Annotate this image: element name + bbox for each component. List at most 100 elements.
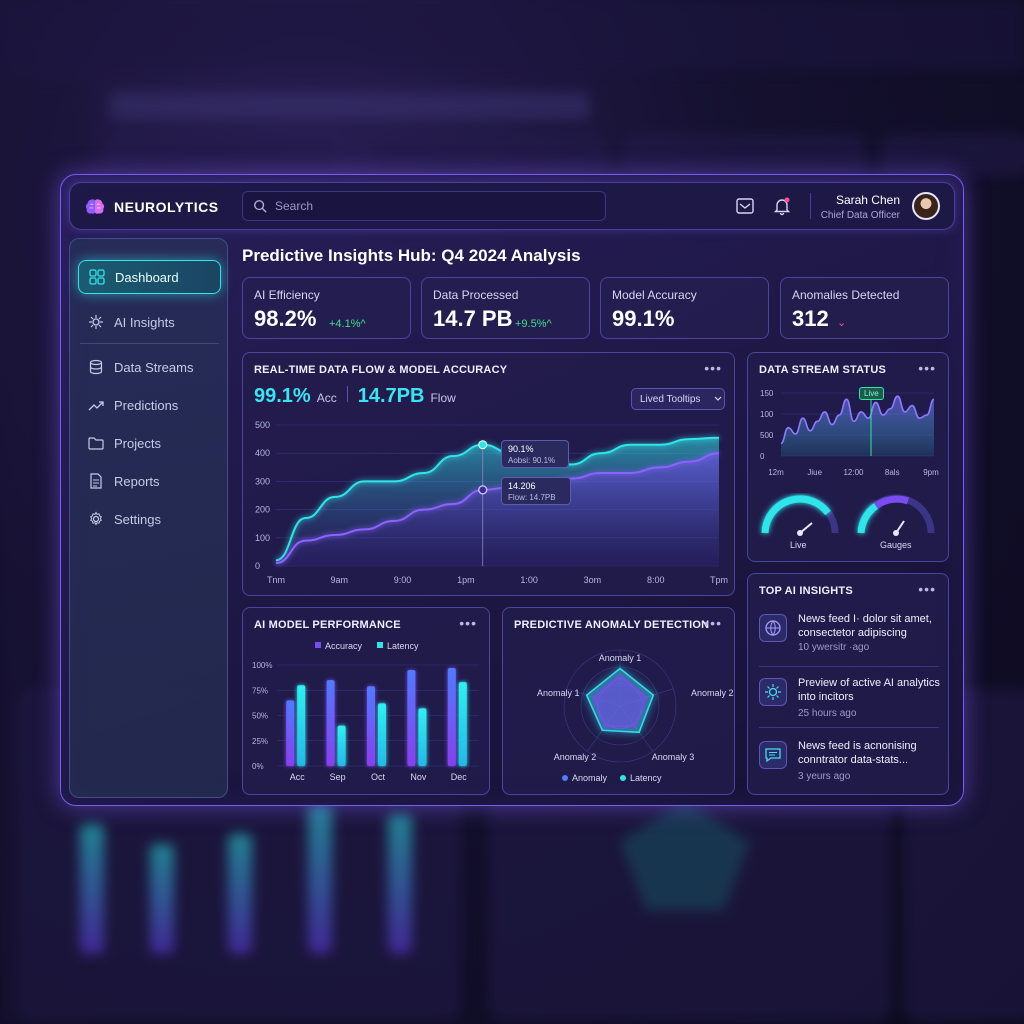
gauges-gauge [857, 494, 935, 536]
x-tick-label: Tpm [710, 575, 728, 585]
brand-name: NEUROLYTICS [114, 199, 219, 215]
globe-icon [759, 614, 787, 642]
legend-swatch [620, 775, 626, 781]
radar-axis-label: Anomaly 1 [537, 688, 580, 698]
card-title: TOP AI INSIGHTS [759, 585, 853, 597]
bell-icon[interactable] [771, 195, 793, 217]
stat-card-ai-efficiency[interactable]: AI Efficiency 98.2% +4.1%^ [242, 277, 411, 339]
stat-value: 312 [792, 306, 829, 331]
tooltip-flow: 14.206 Flow: 14.7PB [501, 477, 571, 505]
model-performance-card: AI MODEL PERFORMANCE ••• Accuracy Latency… [242, 607, 490, 795]
search-input[interactable] [275, 199, 575, 213]
avatar[interactable] [912, 192, 940, 220]
folder-icon [88, 437, 104, 450]
y-tick-label: 0 [255, 561, 260, 571]
x-tick-label: 1pm [457, 575, 475, 585]
stat-label: AI Efficiency [254, 288, 320, 302]
more-menu-icon[interactable]: ••• [918, 581, 936, 597]
sidebar-item-label: AI Insights [114, 314, 175, 330]
sidebar-item-label: Reports [114, 473, 160, 489]
stat-value: 99.1% [612, 306, 675, 331]
bar [447, 668, 456, 766]
legend-swatch [377, 642, 383, 648]
x-tick-label: 3om [584, 575, 602, 585]
insight-divider [759, 727, 939, 728]
sidebar: Dashboard AI Insights Data Streams Predi… [69, 238, 228, 798]
legend-label: Accuracy [325, 641, 363, 651]
x-tick-label: 8als [885, 468, 900, 477]
legend-label: Latency [387, 641, 419, 651]
stat-value: 98.2% [254, 306, 317, 331]
tooltip-acc: 90.1% Aobsi: 90.1% [501, 440, 569, 468]
sidebar-item-settings[interactable]: Settings [78, 502, 221, 536]
insight-age: 3 yeurs ago [798, 771, 851, 782]
trend-icon [88, 401, 104, 411]
insight-divider [759, 666, 939, 667]
brand-logo[interactable]: NEUROLYTICS [84, 196, 219, 218]
gear-icon [90, 511, 102, 526]
x-tick-label: Sep [330, 772, 346, 782]
bar [297, 685, 306, 766]
sidebar-item-label: Data Streams [114, 359, 194, 375]
stat-card-model-accuracy[interactable]: Model Accuracy 99.1% [600, 277, 769, 339]
sidebar-item-predictions[interactable]: Predictions [78, 388, 221, 422]
y-tick-label: 0% [252, 762, 264, 771]
hover-point [478, 485, 488, 495]
flow-chart: 0 100 200 300 400 500 Tnm 9am 9:00 1pm 1:00 3om 8:00… [255, 420, 728, 585]
x-tick-label: 12:00 [843, 468, 864, 477]
sidebar-divider [80, 343, 219, 344]
stat-label: Model Accuracy [612, 288, 697, 302]
stat-value: 14.7 PB [433, 306, 513, 331]
legend-swatch [315, 642, 321, 648]
x-tick-label: Acc [290, 772, 306, 782]
brain-icon [85, 199, 105, 214]
sidebar-item-data-streams[interactable]: Data Streams [78, 350, 221, 384]
user-name: Sarah Chen [835, 193, 900, 207]
y-tick-label: 150 [760, 389, 774, 398]
x-tick-label: 9am [331, 575, 349, 585]
y-tick-label: 25% [252, 737, 268, 746]
bar [418, 708, 427, 766]
legend-swatch [562, 775, 568, 781]
stat-card-anomalies[interactable]: Anomalies Detected 312 ⌄ [780, 277, 949, 339]
stat-card-data-processed[interactable]: Data Processed 14.7 PB +9.5%^ [421, 277, 590, 339]
stat-delta: +9.5%^ [515, 318, 552, 330]
tooltip-value: 14.206 [508, 481, 536, 491]
data-flow-card: REAL-TIME DATA FLOW & MODEL ACCURACY •••… [242, 352, 735, 596]
x-tick-label: 8:00 [647, 575, 665, 585]
x-tick-label: 12m [768, 468, 784, 477]
top-insights-card: TOP AI INSIGHTS ••• News feed I· dolor s… [747, 573, 949, 795]
radar-axis-label: Anomaly 2 [554, 752, 597, 762]
inbox-icon[interactable] [734, 195, 756, 217]
legend-label: Latency [630, 773, 662, 783]
live-gauge [761, 494, 839, 536]
insight-text: Preview of active AI analytics into inci… [798, 677, 940, 703]
tooltip-value: 90.1% [508, 444, 534, 454]
bar [458, 682, 467, 766]
sidebar-item-label: Settings [114, 511, 161, 527]
insight-text: News feed is acnonising conntrator data-… [798, 740, 917, 766]
gauges [761, 494, 935, 536]
search-bar[interactable] [242, 191, 606, 221]
bar [326, 680, 335, 766]
y-tick-label: 75% [252, 686, 268, 695]
x-tick-label: Oct [371, 772, 386, 782]
sparkle-gear-icon [89, 315, 103, 329]
bar [337, 725, 346, 766]
sidebar-item-ai-insights[interactable]: AI Insights [78, 305, 221, 339]
gauge-label: Live [790, 540, 807, 550]
page-title: Predictive Insights Hub: Q4 2024 Analysi… [242, 246, 581, 265]
document-icon [90, 473, 102, 489]
radar-axis-label: Anomaly 3 [652, 752, 695, 762]
live-tag: Live [859, 387, 884, 400]
x-tick-label: 9:00 [394, 575, 412, 585]
sidebar-item-projects[interactable]: Projects [78, 426, 221, 460]
user-info[interactable]: Sarah Chen Chief Data Officer [821, 193, 900, 221]
hover-point [478, 440, 488, 450]
sidebar-item-label: Projects [114, 435, 161, 451]
stat-delta: +4.1%^ [329, 318, 366, 330]
sidebar-item-reports[interactable]: Reports [78, 464, 221, 498]
y-tick-label: 500 [760, 431, 774, 440]
sidebar-item-dashboard[interactable]: Dashboard [78, 260, 221, 294]
x-tick-label: 1:00 [520, 575, 538, 585]
